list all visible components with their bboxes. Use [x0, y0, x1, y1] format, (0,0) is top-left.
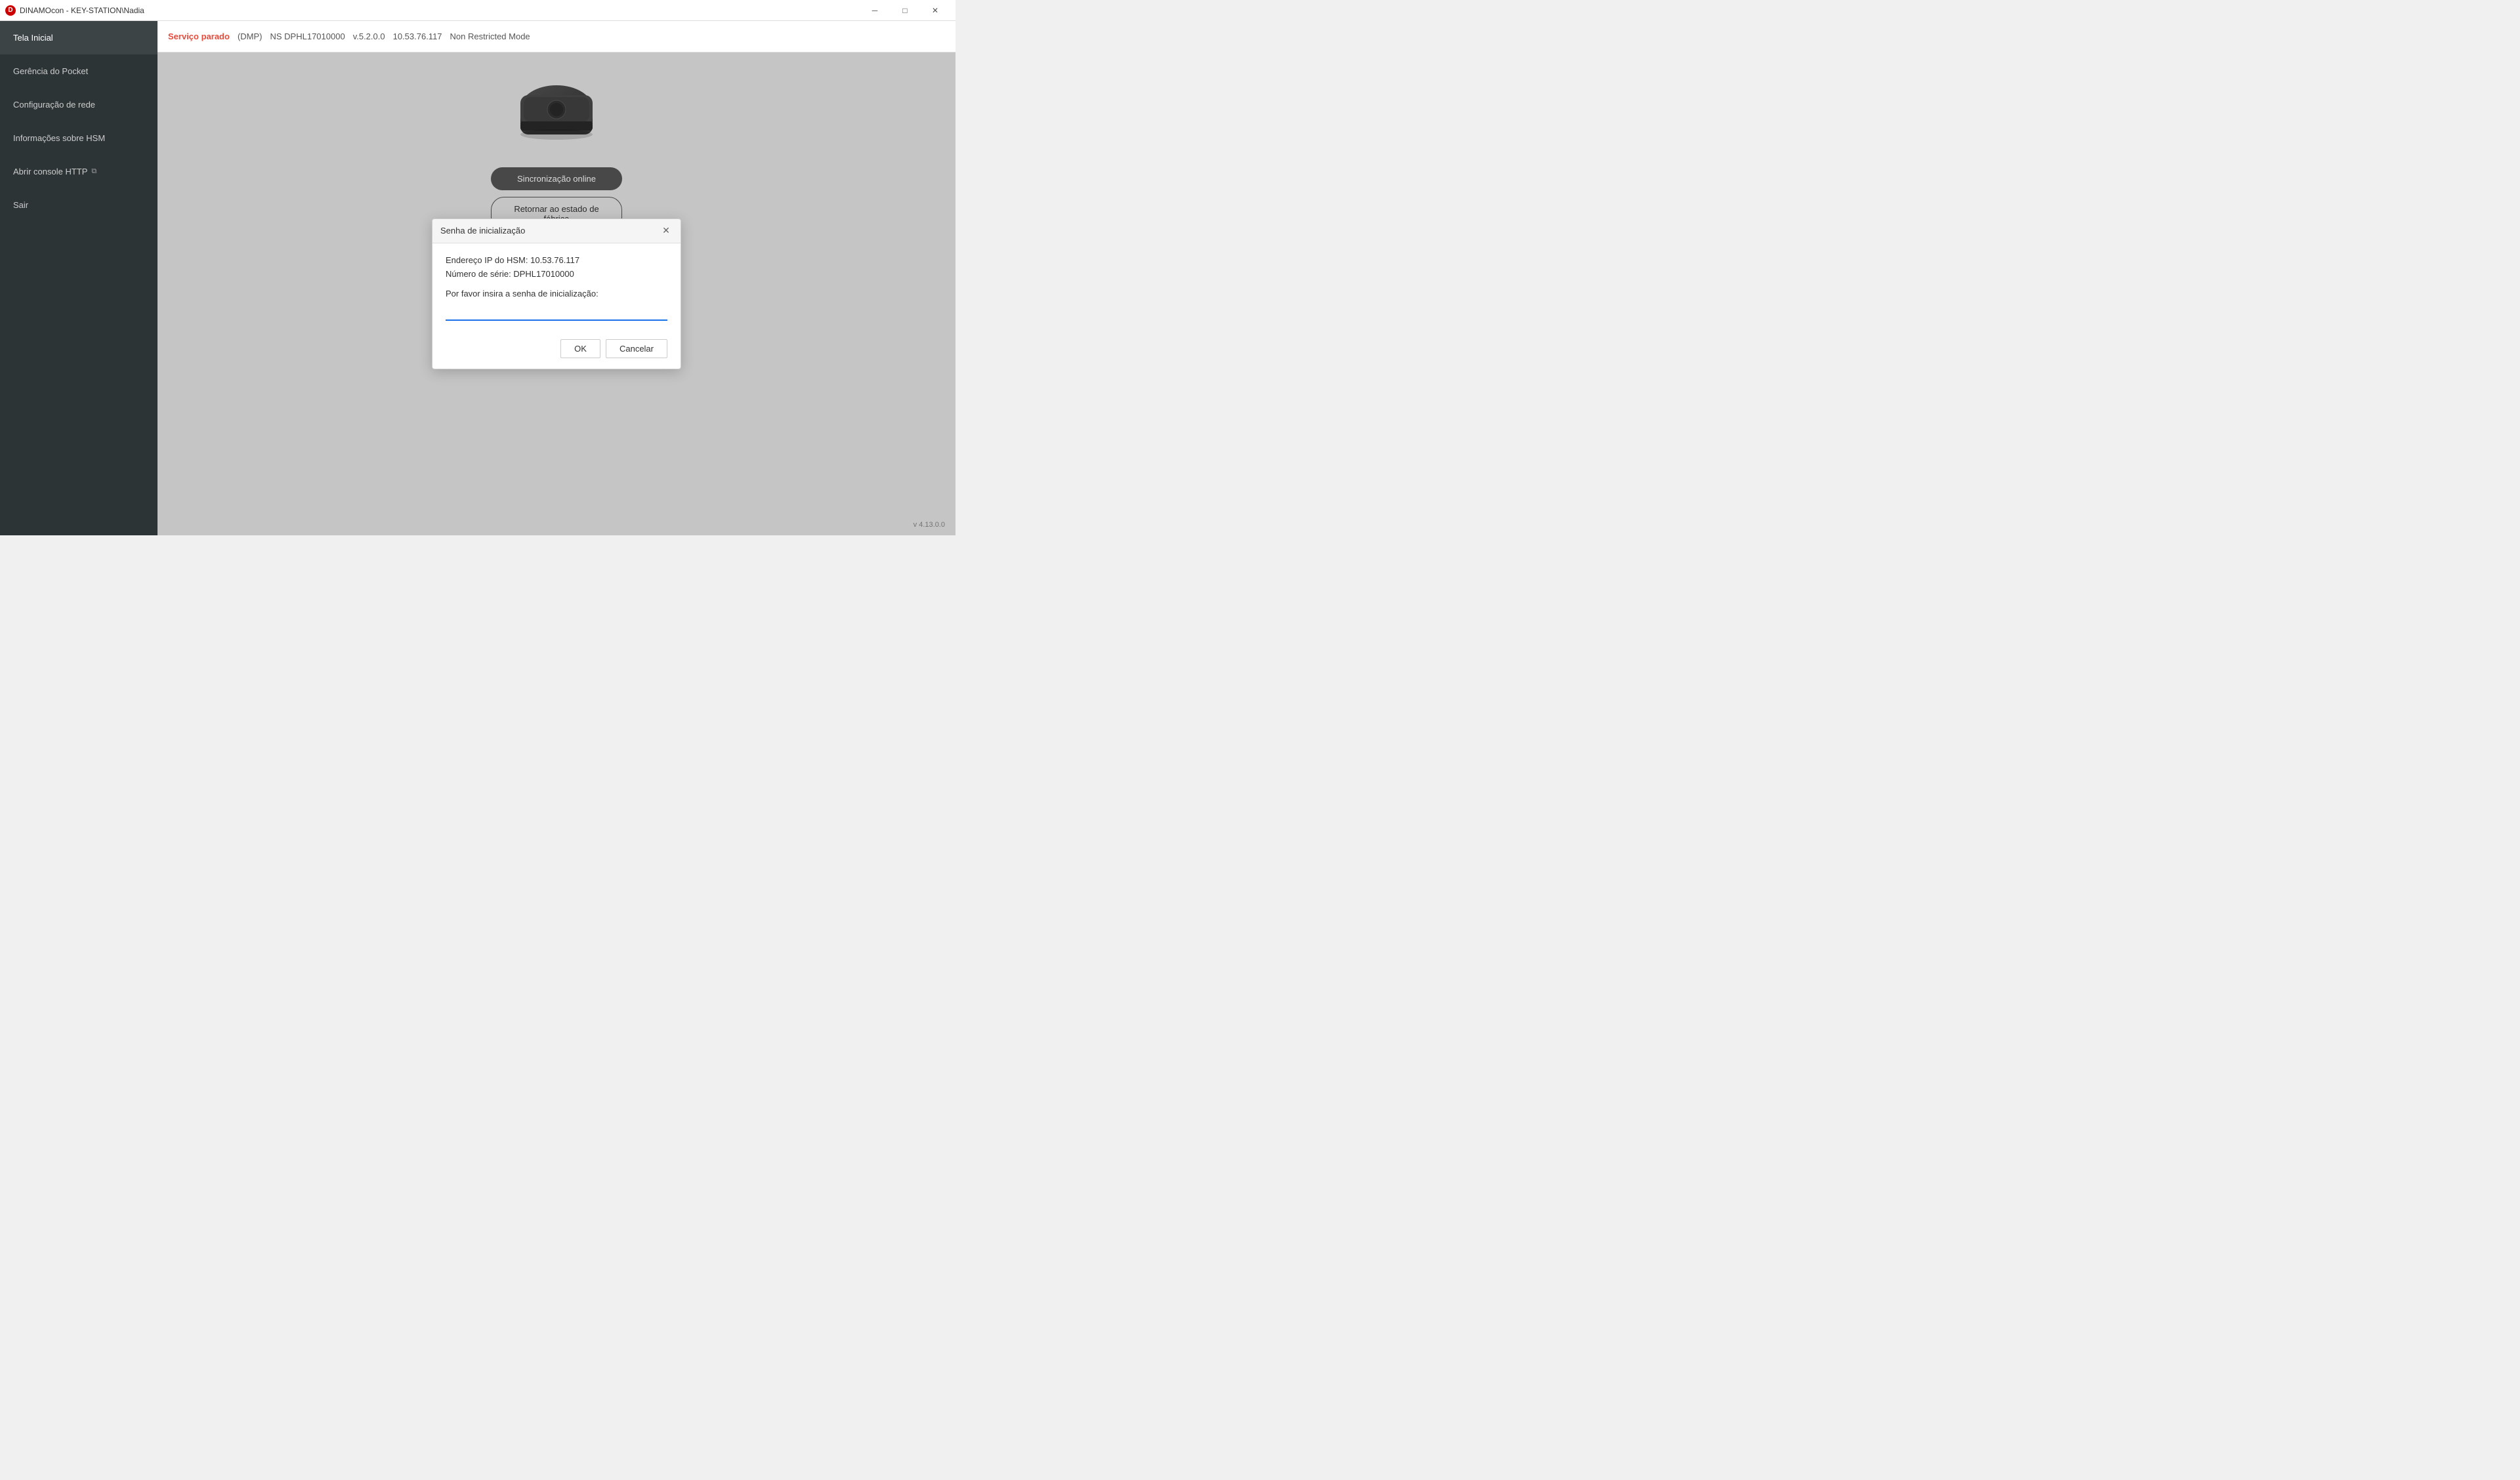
- ok-button[interactable]: OK: [560, 339, 600, 358]
- sidebar-item-config-rede[interactable]: Configuração de rede: [0, 88, 158, 121]
- title-bar-text: DINAMOcon - KEY-STATION\Nadia: [20, 6, 860, 15]
- app-icon: D: [5, 5, 16, 16]
- top-bar: Serviço parado (DMP) NS DPHL17010000 v.5…: [158, 21, 956, 52]
- cancel-button[interactable]: Cancelar: [606, 339, 667, 358]
- app-container: Tela Inicial Gerência do Pocket Configur…: [0, 21, 956, 535]
- title-bar: D DINAMOcon - KEY-STATION\Nadia ─ □ ✕: [0, 0, 956, 21]
- service-status: Serviço parado: [168, 31, 230, 41]
- modal-actions: OK Cancelar: [432, 331, 681, 369]
- sidebar-item-gerencia-pocket[interactable]: Gerência do Pocket: [0, 54, 158, 88]
- modal-serial-line: Número de série: DPHL17010000: [446, 268, 667, 281]
- sidebar-item-sair[interactable]: Sair: [0, 188, 158, 222]
- modal-overlay: Senha de inicialização ✕ Endereço IP do …: [158, 52, 956, 535]
- device-type: (DMP): [238, 31, 262, 41]
- mode-display: Non Restricted Mode: [450, 31, 530, 41]
- ip-display: 10.53.76.117: [393, 31, 442, 41]
- serial-display: NS DPHL17010000: [270, 31, 345, 41]
- modal-title: Senha de inicialização: [440, 226, 525, 236]
- title-bar-controls: ─ □ ✕: [860, 0, 950, 21]
- modal-input-label: Por favor insira a senha de inicializaçã…: [446, 289, 667, 298]
- modal-ip-line: Endereço IP do HSM: 10.53.76.117: [446, 254, 667, 268]
- maximize-button[interactable]: □: [890, 0, 920, 21]
- close-button[interactable]: ✕: [920, 0, 950, 21]
- sidebar-item-abrir-console[interactable]: Abrir console HTTP ⧉: [0, 155, 158, 188]
- version-info: v.5.2.0.0: [353, 31, 385, 41]
- modal-body: Endereço IP do HSM: 10.53.76.117 Número …: [432, 243, 681, 332]
- sidebar-item-tela-inicial[interactable]: Tela Inicial: [0, 21, 158, 54]
- main-content: Serviço parado (DMP) NS DPHL17010000 v.5…: [158, 21, 956, 535]
- modal-close-button[interactable]: ✕: [660, 224, 673, 237]
- password-input[interactable]: [446, 304, 667, 321]
- external-link-icon: ⧉: [91, 167, 96, 176]
- modal-titlebar: Senha de inicialização ✕: [432, 219, 681, 243]
- content-area: Sincronização online Retornar ao estado …: [158, 52, 956, 535]
- modal-info: Endereço IP do HSM: 10.53.76.117 Número …: [446, 254, 667, 281]
- sidebar: Tela Inicial Gerência do Pocket Configur…: [0, 21, 158, 535]
- minimize-button[interactable]: ─: [860, 0, 890, 21]
- sidebar-item-info-hsm[interactable]: Informações sobre HSM: [0, 121, 158, 155]
- modal-dialog: Senha de inicialização ✕ Endereço IP do …: [432, 218, 681, 370]
